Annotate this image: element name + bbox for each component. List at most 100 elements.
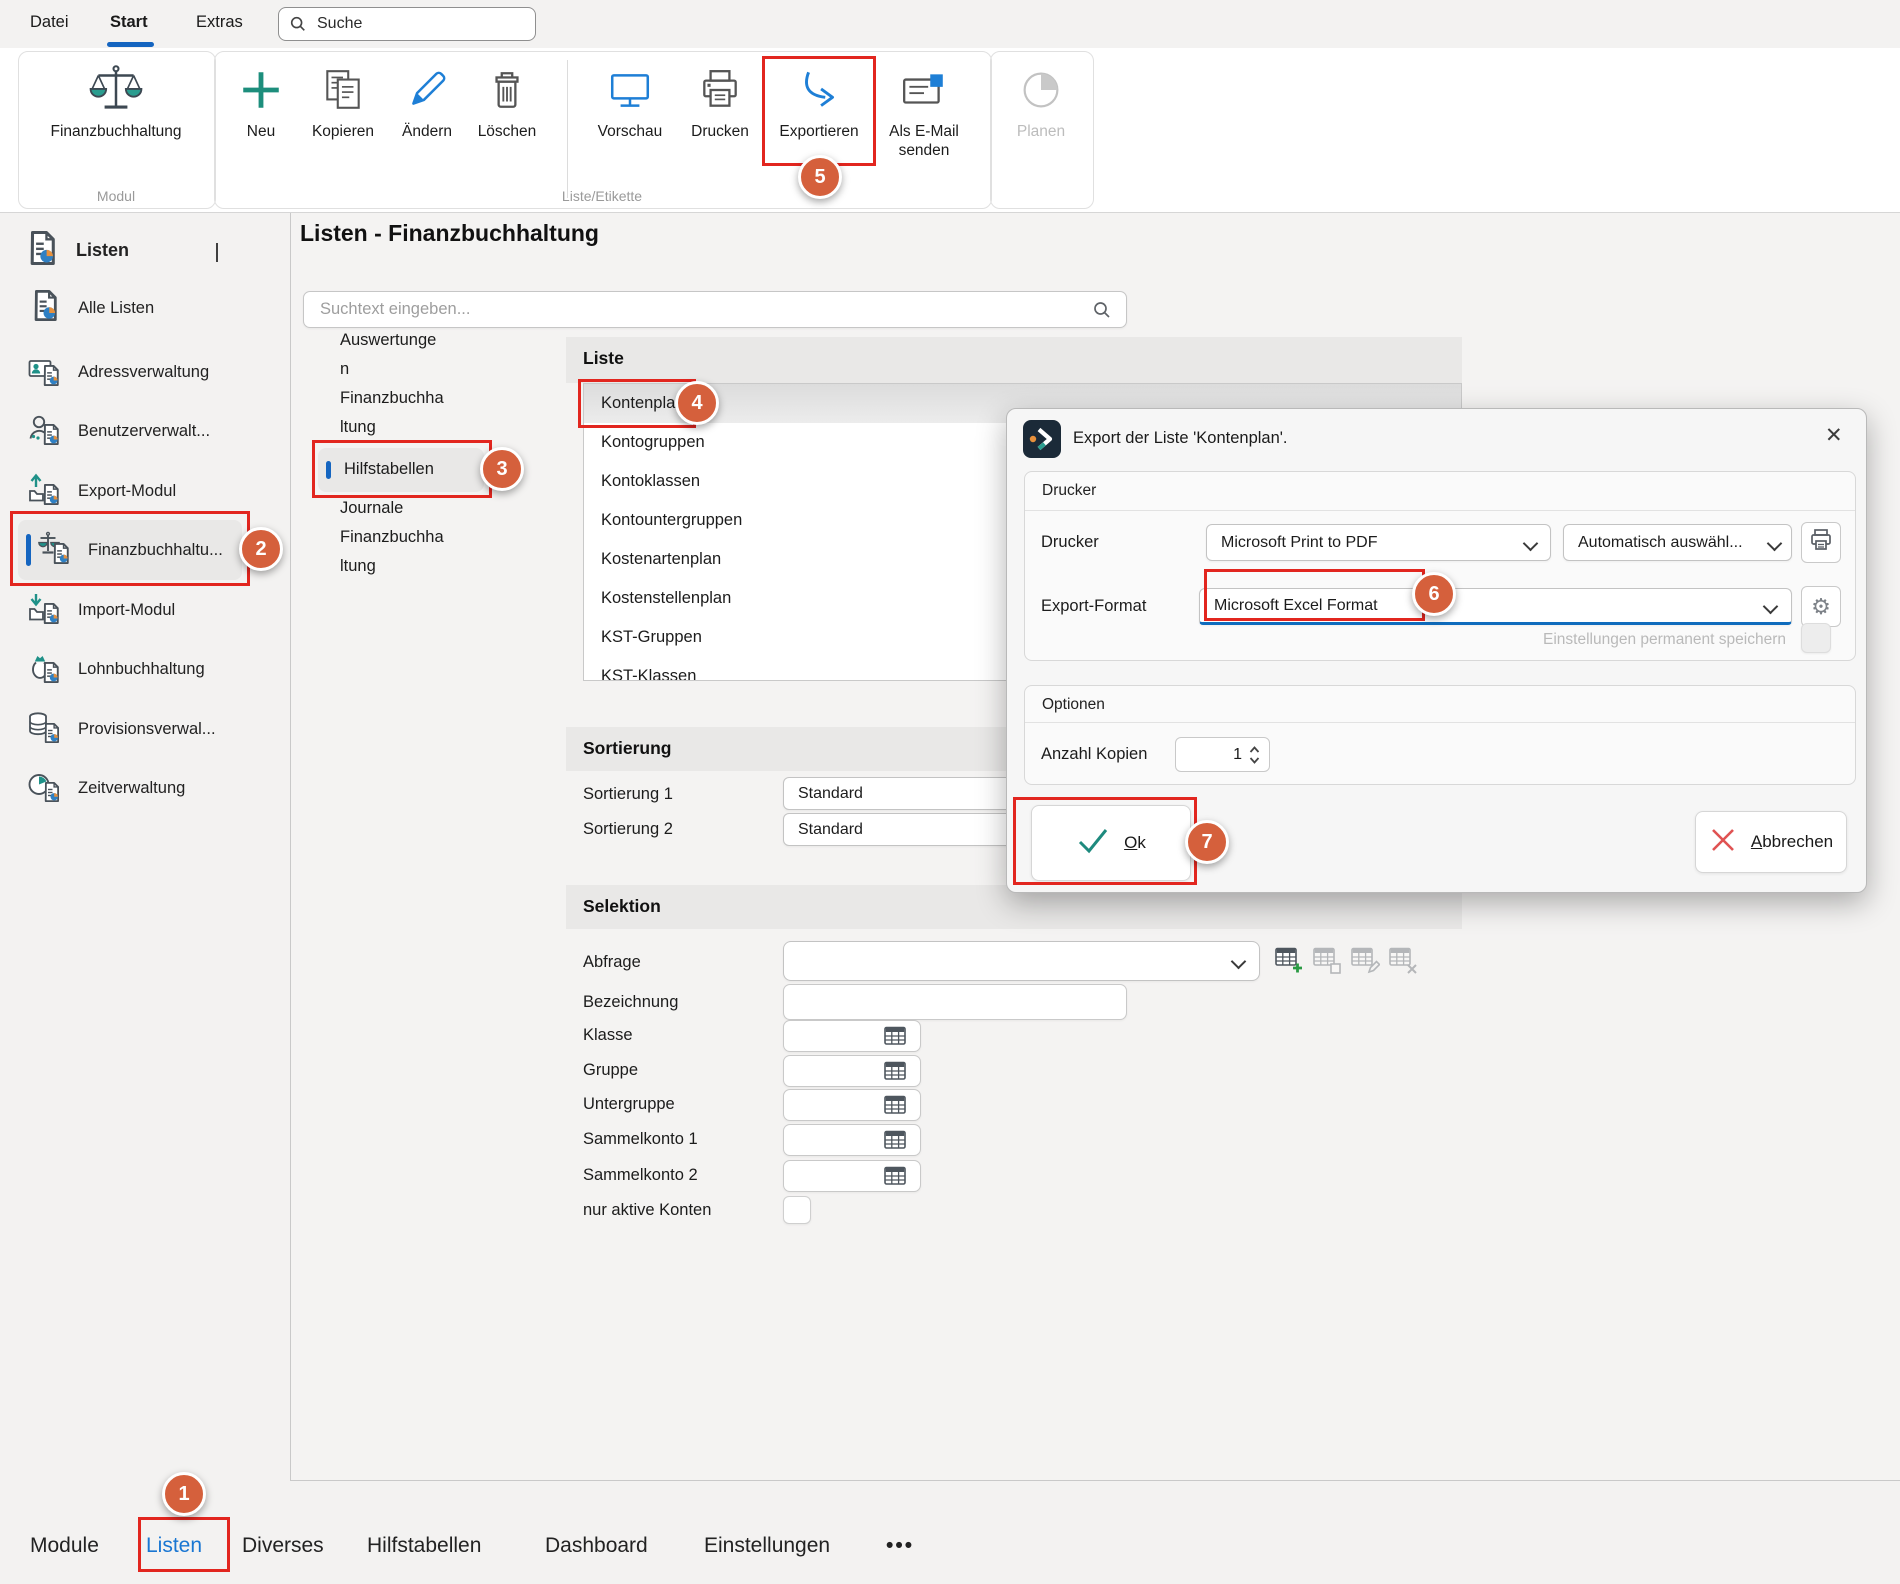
sidebar-item-benutzerverwaltung[interactable]: Benutzerverwalt... xyxy=(28,410,210,452)
query-add-button[interactable] xyxy=(1272,944,1306,976)
loeschen-button[interactable]: Löschen xyxy=(468,58,546,141)
step-highlight-1 xyxy=(138,1517,230,1572)
sidebar-item-lohnbuchhaltung[interactable]: Lohnbuchhaltung xyxy=(28,648,205,690)
anzahl-kopien-label: Anzahl Kopien xyxy=(1041,745,1147,764)
sidebar-item-zeitverwaltung[interactable]: Zeitverwaltung xyxy=(28,767,185,809)
gruppe-label: Gruppe xyxy=(583,1061,638,1080)
step-badge-4: 4 xyxy=(675,381,719,425)
persist-settings-checkbox xyxy=(1801,623,1831,653)
search-input[interactable] xyxy=(315,14,525,34)
clock-icon xyxy=(28,768,64,809)
list-search-input[interactable] xyxy=(318,299,1092,320)
sammelkonto2-label: Sammelkonto 2 xyxy=(583,1166,698,1185)
address-card-icon xyxy=(28,352,64,393)
table-lookup-icon[interactable] xyxy=(884,1094,908,1116)
export-format-label: Export-Format xyxy=(1041,597,1146,616)
neu-button[interactable]: Neu xyxy=(232,58,290,141)
sidebar-item-import-modul[interactable]: Import-Modul xyxy=(28,589,175,631)
table-lookup-icon[interactable] xyxy=(884,1129,908,1151)
bezeichnung-label: Bezeichnung xyxy=(583,993,678,1012)
app-search[interactable] xyxy=(278,7,536,41)
abfrage-dropdown[interactable] xyxy=(783,941,1260,981)
pie-clock-icon xyxy=(1017,58,1065,122)
bottom-tab-einstellungen[interactable]: Einstellungen xyxy=(704,1534,830,1558)
printer-settings-button[interactable] xyxy=(1801,522,1841,563)
sidebar-item-export-modul[interactable]: Export-Modul xyxy=(28,470,176,512)
sidebar-header: Listen xyxy=(24,229,129,271)
category-auswertungen[interactable]: Auswertunge xyxy=(340,331,436,350)
printer-icon xyxy=(1808,527,1834,558)
gear-icon: ⚙ xyxy=(1811,596,1831,618)
page-title: Listen - Finanzbuchhaltung xyxy=(300,220,599,247)
step-badge-1: 1 xyxy=(162,1472,206,1516)
step-highlight-5 xyxy=(762,56,876,166)
vorschau-button[interactable]: Vorschau xyxy=(586,58,674,141)
drucken-button[interactable]: Drucken xyxy=(684,58,756,141)
step-badge-7: 7 xyxy=(1185,820,1229,864)
app-logo-icon xyxy=(1023,420,1061,463)
query-copy-button xyxy=(1310,944,1344,976)
sidebar-item-alle-listen[interactable]: Alle Listen xyxy=(28,287,154,329)
category-journale-line3[interactable]: ltung xyxy=(340,557,376,576)
step-badge-2: 2 xyxy=(239,527,283,571)
category-auswertungen-line4[interactable]: ltung xyxy=(340,418,376,437)
klasse-label: Klasse xyxy=(583,1026,633,1045)
bottom-tab-module[interactable]: Module xyxy=(30,1534,99,1558)
anzahl-kopien-stepper[interactable]: 1 xyxy=(1175,737,1270,772)
step-highlight-3 xyxy=(312,440,492,498)
printer-icon xyxy=(697,58,743,122)
menu-datei[interactable]: Datei xyxy=(30,13,69,32)
abbrechen-button[interactable]: Abbrechen xyxy=(1695,811,1847,873)
als-email-senden-button[interactable]: Als E-Mailsenden xyxy=(880,58,968,160)
category-auswertungen-line2[interactable]: n xyxy=(340,360,349,379)
step-highlight-7 xyxy=(1013,797,1197,885)
table-lookup-icon[interactable] xyxy=(884,1025,908,1047)
listen-doc-icon xyxy=(24,229,62,272)
bezeichnung-input[interactable] xyxy=(783,984,1127,1020)
x-icon xyxy=(1709,826,1737,859)
stepper-arrows-icon[interactable] xyxy=(1248,744,1261,766)
finanzbuchhaltung-button[interactable]: Finanzbuchhaltung xyxy=(34,58,198,141)
step-badge-6: 6 xyxy=(1412,572,1456,616)
sortierung2-label: Sortierung 2 xyxy=(583,820,673,839)
menu-extras[interactable]: Extras xyxy=(196,13,243,32)
app-window: Datei Start Extras Modul Liste/Etikette xyxy=(0,0,1900,1584)
export-tray-icon xyxy=(28,471,64,512)
category-journale-line2[interactable]: Finanzbuchha xyxy=(340,528,444,547)
list-search[interactable] xyxy=(303,291,1127,328)
database-icon xyxy=(28,709,64,750)
step-highlight-6 xyxy=(1204,569,1425,621)
untergruppe-label: Untergruppe xyxy=(583,1095,675,1114)
nur-aktive-konten-label: nur aktive Konten xyxy=(583,1201,711,1220)
query-edit-button xyxy=(1348,944,1382,976)
money-bag-icon xyxy=(28,649,64,690)
sidebar-item-provisionsverwaltung[interactable]: Provisionsverwal... xyxy=(28,708,216,750)
bottom-tab-diverses[interactable]: Diverses xyxy=(242,1534,324,1558)
plus-icon xyxy=(238,58,284,122)
menu-start[interactable]: Start xyxy=(110,13,148,32)
table-lookup-icon[interactable] xyxy=(884,1165,908,1187)
planen-button: Planen xyxy=(1002,58,1080,141)
user-icon xyxy=(28,411,64,452)
sidebar-collapse-chevron[interactable] xyxy=(216,243,218,261)
table-lookup-icon[interactable] xyxy=(884,1060,908,1082)
close-icon[interactable]: ✕ xyxy=(1825,423,1843,448)
category-journale[interactable]: Journale xyxy=(340,499,403,518)
group-separator xyxy=(567,60,568,198)
doc-list-icon xyxy=(28,288,64,329)
bottom-tab-dashboard[interactable]: Dashboard xyxy=(545,1534,648,1558)
bottom-tab-hilfstabellen[interactable]: Hilfstabellen xyxy=(367,1534,481,1558)
aendern-button[interactable]: Ändern xyxy=(392,58,462,141)
sidebar-item-adressverwaltung[interactable]: Adressverwaltung xyxy=(28,351,209,393)
bottom-tab-more[interactable]: ••• xyxy=(886,1534,914,1558)
category-auswertungen-line3[interactable]: Finanzbuchha xyxy=(340,389,444,408)
sammelkonto1-label: Sammelkonto 1 xyxy=(583,1130,698,1149)
kopieren-button[interactable]: Kopieren xyxy=(300,58,386,141)
persist-settings-label: Einstellungen permanent speichern xyxy=(1543,631,1786,649)
papierzufuhr-dropdown[interactable]: Automatisch auswähl... xyxy=(1563,524,1792,561)
trash-icon xyxy=(484,58,530,122)
drucker-dropdown[interactable]: Microsoft Print to PDF xyxy=(1206,524,1551,561)
format-settings-button[interactable]: ⚙ xyxy=(1801,586,1841,627)
liste-section-bar: Liste xyxy=(566,337,1462,383)
nur-aktive-konten-checkbox[interactable] xyxy=(783,1196,811,1224)
